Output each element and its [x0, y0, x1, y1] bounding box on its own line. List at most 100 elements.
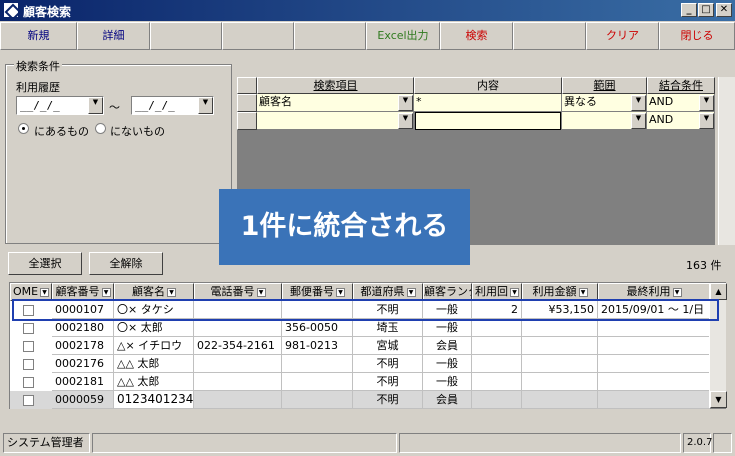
cell-last: [598, 337, 710, 355]
cell-name: 〇× 太郎: [114, 319, 194, 337]
history-label: 利用履歴: [16, 81, 60, 94]
select-all-button[interactable]: 全選択: [8, 252, 82, 275]
col-header-name-label: 顧客名: [132, 285, 165, 298]
table-row[interactable]: 0000059 01234012340 不明 会員: [10, 391, 710, 409]
cell-id: 0002180: [52, 319, 114, 337]
radio-has-label: にあるもの: [34, 125, 89, 138]
criteria-item-cell[interactable]: [257, 112, 414, 130]
col-header-pref-label: 都道府県: [360, 285, 405, 298]
close-button[interactable]: 閉じる: [659, 22, 735, 50]
cell-amount: [522, 337, 598, 355]
clear-button[interactable]: クリア: [586, 22, 659, 50]
col-dropdown-icon[interactable]: ▼: [672, 287, 682, 297]
cell-amount: [522, 355, 598, 373]
group-label: 検索条件: [14, 58, 62, 74]
col-header-zip-label: 郵便番号: [290, 285, 334, 298]
cell-zip: [282, 391, 353, 409]
criteria-corner: [237, 77, 257, 94]
cell-name: △△ 太郎: [114, 373, 194, 391]
empty-button-2[interactable]: [222, 22, 294, 50]
cell-pref: 不明: [353, 355, 423, 373]
search-button[interactable]: 検索: [440, 22, 513, 50]
cell-count: [472, 337, 522, 355]
table-row[interactable]: 0002176 △△ 太郎 不明 一般: [10, 355, 710, 373]
criteria-row-header[interactable]: [237, 112, 257, 130]
criteria-join-dropdown[interactable]: ▼: [699, 113, 714, 129]
criteria-header-content: 内容: [414, 77, 562, 94]
row-checkbox[interactable]: [23, 395, 34, 406]
criteria-header-item: 検索項目: [257, 77, 414, 94]
excel-export-button[interactable]: Excel出力: [366, 22, 440, 50]
merged-row-highlight: [12, 299, 719, 321]
cell-count: [472, 391, 522, 409]
scroll-down-icon[interactable]: ▼: [710, 391, 727, 408]
cell-rank: 一般: [423, 355, 472, 373]
criteria-content-cell[interactable]: *: [414, 94, 562, 112]
empty-button-3[interactable]: [294, 22, 366, 50]
col-dropdown-icon[interactable]: ▼: [101, 287, 111, 297]
empty-button-1[interactable]: [150, 22, 222, 50]
deselect-all-button[interactable]: 全解除: [89, 252, 163, 275]
col-dropdown-icon[interactable]: ▼: [578, 287, 588, 297]
date-to-dropdown[interactable]: ▼: [198, 97, 213, 114]
cell-pref: 不明: [353, 391, 423, 409]
criteria-header-range: 範囲: [562, 77, 647, 94]
status-panel-2: [92, 433, 397, 453]
maximize-button[interactable]: □: [698, 3, 714, 17]
criteria-item-dropdown[interactable]: ▼: [398, 113, 413, 129]
row-checkbox[interactable]: [23, 323, 34, 334]
col-dropdown-icon[interactable]: ▼: [40, 287, 50, 297]
col-dropdown-icon[interactable]: ▼: [406, 287, 416, 297]
minimize-button[interactable]: _: [681, 3, 697, 17]
detail-button[interactable]: 詳細: [77, 22, 150, 50]
result-count: 163 件: [686, 259, 722, 272]
col-dropdown-icon[interactable]: ▼: [336, 287, 345, 297]
col-dropdown-icon[interactable]: ▼: [510, 287, 519, 297]
col-header-tel-label: 電話番号: [210, 285, 255, 298]
empty-button-4[interactable]: [513, 22, 586, 50]
criteria-row-header[interactable]: [237, 94, 257, 112]
col-header-amount-label: 利用金額: [532, 285, 577, 298]
criteria-join-dropdown[interactable]: ▼: [699, 95, 714, 111]
table-row[interactable]: 0002180 〇× 太郎 356-0050 埼玉 一般: [10, 319, 710, 337]
criteria-range-dropdown[interactable]: ▼: [631, 113, 646, 129]
cell-tel: [194, 355, 282, 373]
resize-grip[interactable]: [713, 433, 732, 453]
app-icon: [3, 2, 19, 18]
col-header-rank-label: 顧客ランク: [424, 285, 471, 298]
scroll-up-icon[interactable]: ▲: [710, 283, 727, 300]
close-window-button[interactable]: ✕: [716, 3, 732, 17]
cell-rank: 会員: [423, 337, 472, 355]
row-checkbox[interactable]: [23, 359, 34, 370]
row-checkbox[interactable]: [23, 341, 34, 352]
criteria-content-cell[interactable]: [415, 112, 561, 130]
date-from-dropdown[interactable]: ▼: [88, 97, 103, 114]
col-dropdown-icon[interactable]: ▼: [167, 287, 176, 297]
range-separator: ～: [109, 101, 120, 114]
criteria-scrollbar[interactable]: [718, 77, 735, 245]
row-checkbox[interactable]: [23, 377, 34, 388]
cell-amount: [522, 391, 598, 409]
col-header-count-label: 利用回: [475, 285, 508, 298]
radio-not[interactable]: [95, 123, 106, 134]
col-header-id-label: 顧客番号: [55, 285, 100, 298]
criteria-item-dropdown[interactable]: ▼: [398, 95, 413, 111]
cell-id: 0000059: [52, 391, 114, 409]
criteria-range-dropdown[interactable]: ▼: [631, 95, 646, 111]
new-button[interactable]: 新規: [0, 22, 77, 50]
table-row[interactable]: 0002181 △△ 太郎 不明 一般: [10, 373, 710, 391]
radio-has[interactable]: [18, 123, 29, 134]
cell-pref: 埼玉: [353, 319, 423, 337]
cell-zip: 981-0213: [282, 337, 353, 355]
cell-id: 0002181: [52, 373, 114, 391]
cell-count: [472, 355, 522, 373]
criteria-item-cell[interactable]: 顧客名: [257, 94, 414, 112]
cell-name[interactable]: 01234012340: [114, 391, 194, 409]
cell-amount: [522, 319, 598, 337]
status-user: システム管理者: [3, 433, 90, 453]
cell-last: [598, 391, 710, 409]
col-dropdown-icon[interactable]: ▼: [256, 287, 266, 297]
window-title: 顧客検索: [23, 5, 72, 19]
cell-count: [472, 319, 522, 337]
table-row[interactable]: 0002178 △× イチロウ 022-354-2161 981-0213 宮城…: [10, 337, 710, 355]
